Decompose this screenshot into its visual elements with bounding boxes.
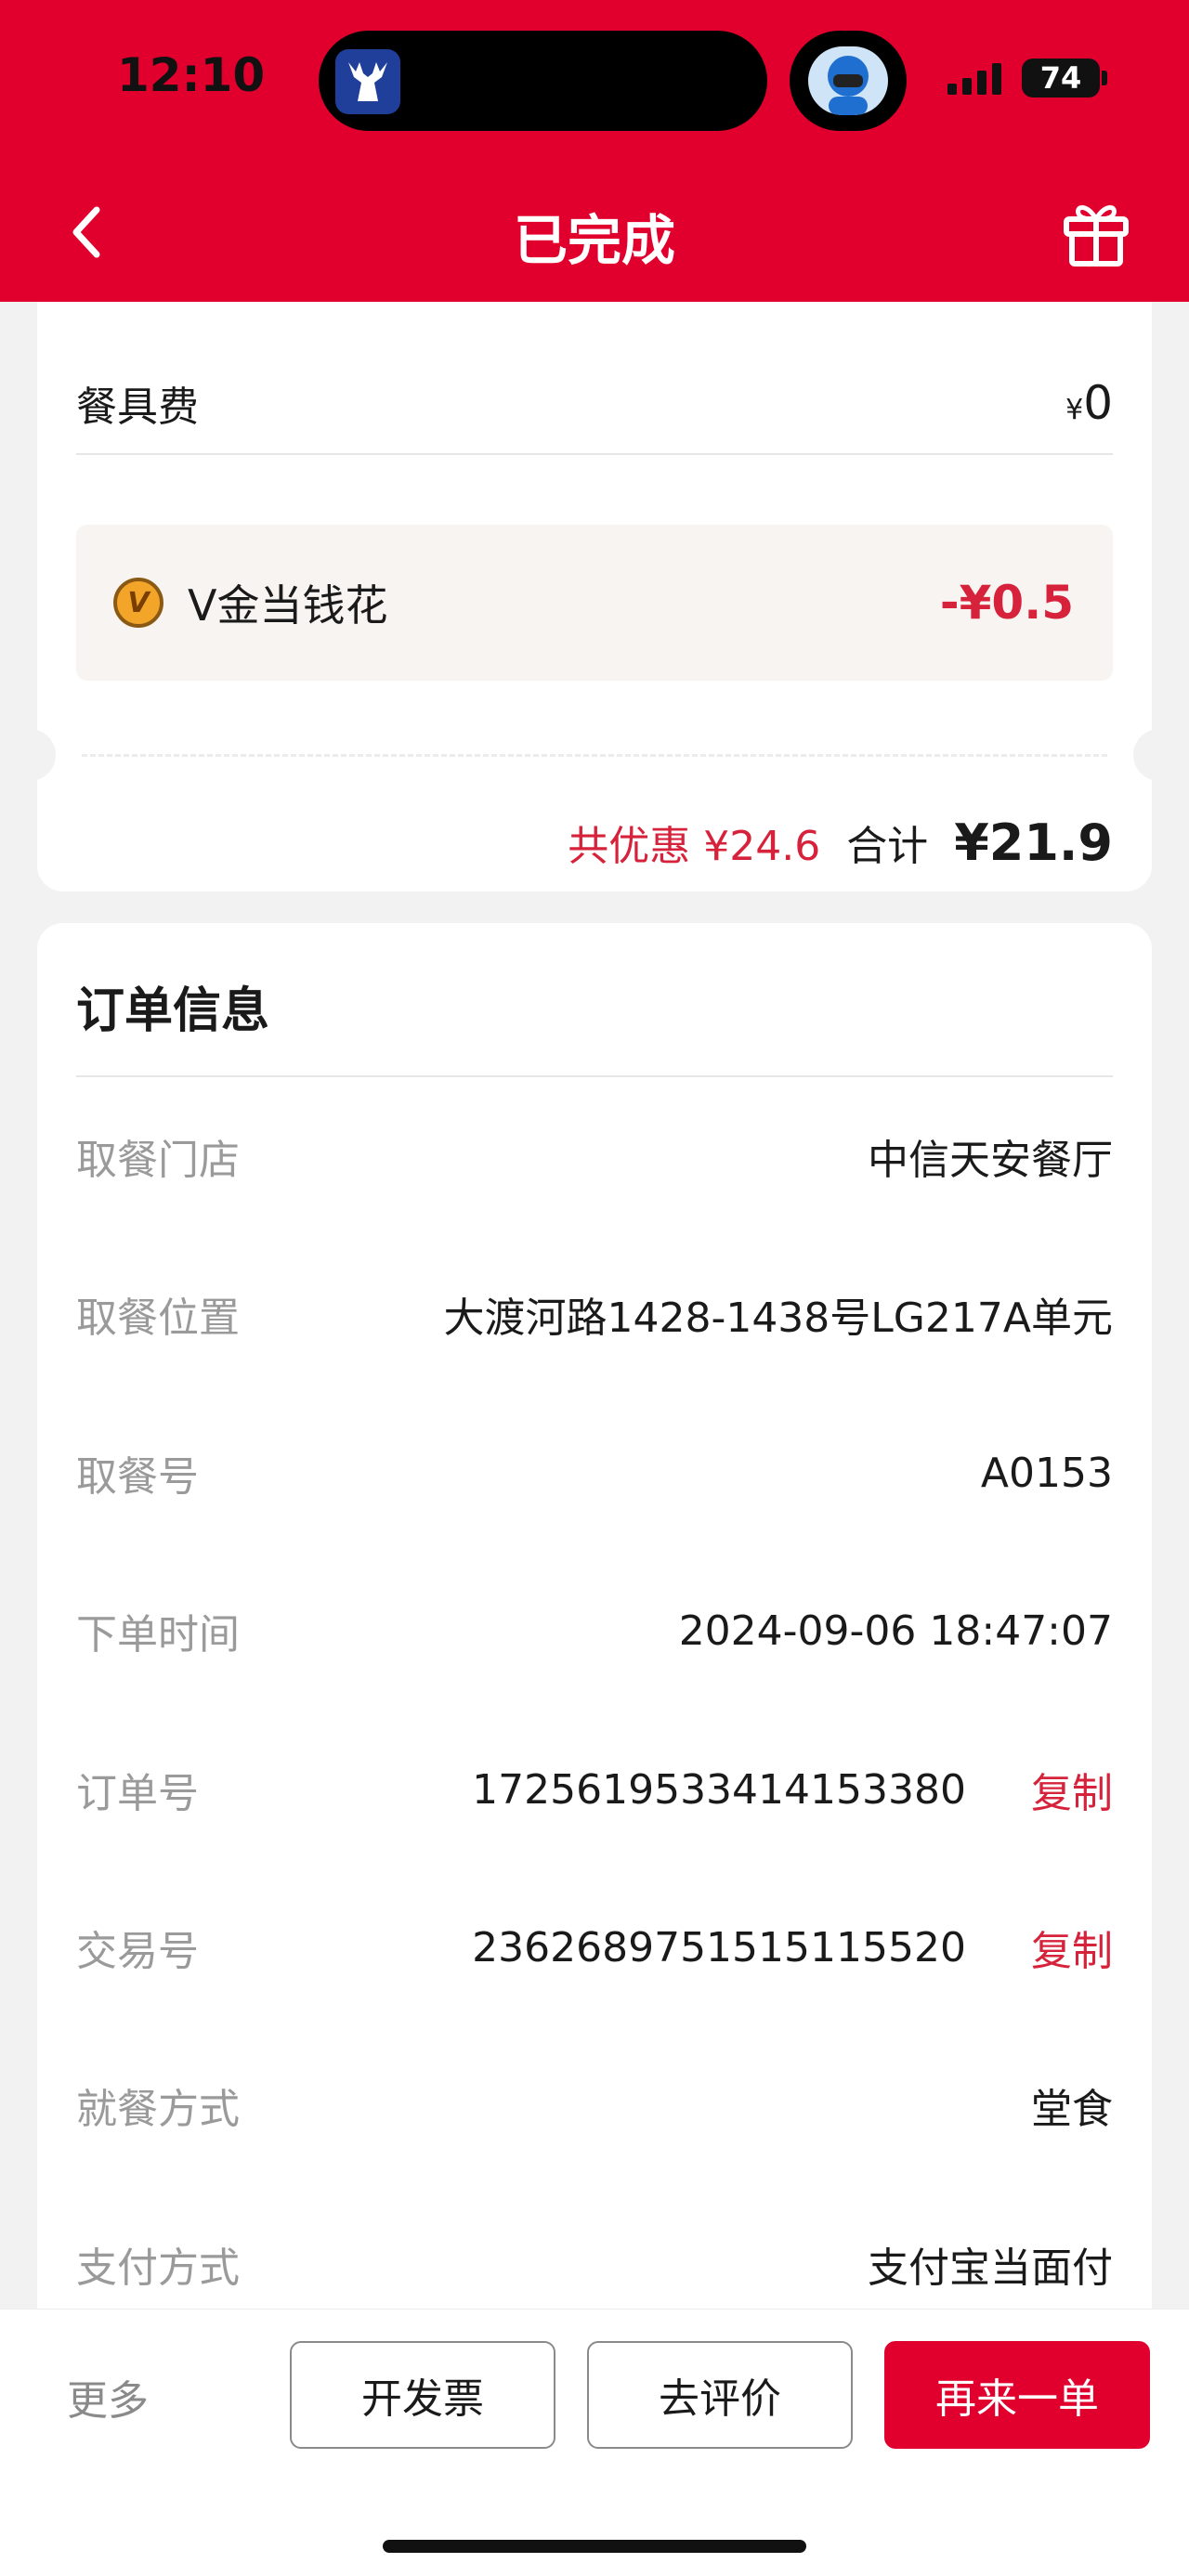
order-info-card: 订单信息 取餐门店 中信天安餐厅 取餐位置 大渡河路1428-1438号LG21… — [37, 923, 1152, 2409]
info-value: 2024-09-06 18:47:07 — [678, 1607, 1113, 1655]
total-row: 共优惠 ¥24.6 合计 ¥21.9 — [568, 810, 1113, 875]
info-label: 取餐位置 — [76, 1295, 240, 1342]
header: 12:10 74 已完成 — [0, 0, 1189, 302]
currency-symbol: ¥ — [1065, 394, 1084, 426]
battery-icon: 74 — [1022, 59, 1107, 98]
tableware-fee-amount: 0 — [1083, 376, 1113, 430]
vgold-discount-row: V V金当钱花 -¥0.5 — [76, 525, 1113, 681]
tableware-fee-row: 餐具费 ¥0 — [76, 353, 1113, 455]
tableware-fee-label: 餐具费 — [76, 384, 199, 431]
info-label: 交易号 — [76, 1928, 199, 1975]
info-value: 大渡河路1428-1438号LG217A单元 — [443, 1295, 1113, 1342]
info-value: 支付宝当面付 — [868, 2244, 1113, 2292]
total-discount: 共优惠 ¥24.6 — [568, 823, 821, 870]
info-label: 下单时间 — [76, 1611, 240, 1659]
dynamic-island — [319, 31, 767, 131]
vgold-label: V金当钱花 — [188, 580, 388, 631]
review-button[interactable]: 去评价 — [587, 2341, 853, 2449]
ticket-notch-right — [1133, 729, 1169, 781]
divider — [76, 1075, 1113, 1077]
info-right: 2362689751515115520 复制 — [472, 1918, 1113, 1977]
info-label: 支付方式 — [76, 2244, 240, 2292]
dashed-divider — [82, 754, 1107, 757]
info-row-dining-mode: 就餐方式 堂食 — [76, 2063, 1113, 2147]
bottom-action-bar: 更多 开发票 去评价 再来一单 — [0, 2309, 1189, 2576]
fee-summary-card: 餐具费 ¥0 V V金当钱花 -¥0.5 共优惠 ¥24.6 合计 ¥21.9 — [20, 279, 1169, 891]
info-value: 2362689751515115520 — [472, 1923, 966, 1971]
ticket-notch-left — [20, 729, 56, 781]
info-label: 取餐号 — [76, 1453, 199, 1501]
gift-icon — [1064, 205, 1129, 267]
rider-avatar-icon — [808, 46, 888, 115]
order-detail-page: 12:10 74 已完成 餐具费 ¥0 V V金当钱花 -¥0.5 共优惠 ¥2… — [0, 0, 1189, 2576]
info-row-payment-method: 支付方式 支付宝当面付 — [76, 2222, 1113, 2306]
info-label: 订单号 — [76, 1770, 199, 1817]
gift-button[interactable] — [1059, 195, 1133, 269]
info-label: 就餐方式 — [76, 2086, 240, 2133]
vgold-coin-icon: V — [113, 578, 163, 628]
live-activity — [790, 31, 907, 131]
invoice-button[interactable]: 开发票 — [290, 2341, 555, 2449]
tableware-fee-value: ¥0 — [1065, 376, 1113, 430]
info-label: 取餐门店 — [76, 1137, 240, 1184]
info-value: 中信天安餐厅 — [868, 1137, 1113, 1184]
reorder-button[interactable]: 再来一单 — [884, 2341, 1150, 2449]
vgold-amount: -¥0.5 — [939, 576, 1074, 630]
info-value: A0153 — [980, 1449, 1113, 1497]
info-row-order-time: 下单时间 2024-09-06 18:47:07 — [76, 1589, 1113, 1672]
copy-transaction-number-button[interactable]: 复制 — [1031, 1918, 1113, 1977]
info-row-location: 取餐位置 大渡河路1428-1438号LG217A单元 — [76, 1272, 1113, 1356]
info-row-transaction-number: 交易号 2362689751515115520 复制 — [76, 1906, 1113, 1989]
info-value: 1725619533414153380 — [472, 1765, 966, 1814]
total-amount: ¥21.9 — [954, 813, 1113, 872]
home-indicator[interactable] — [383, 2540, 806, 2553]
deer-app-icon — [335, 49, 400, 114]
status-time: 12:10 — [117, 48, 266, 102]
total-label: 合计 — [846, 823, 929, 870]
page-title: 已完成 — [513, 209, 675, 272]
info-row-pickup-number: 取餐号 A0153 — [76, 1431, 1113, 1515]
order-info-title: 订单信息 — [76, 983, 270, 1039]
more-button[interactable]: 更多 — [67, 2367, 149, 2426]
copy-order-number-button[interactable]: 复制 — [1031, 1760, 1113, 1819]
info-right: 1725619533414153380 复制 — [472, 1760, 1113, 1819]
info-value: 堂食 — [1031, 2086, 1113, 2133]
signal-icon — [947, 63, 1009, 100]
info-row-order-number: 订单号 1725619533414153380 复制 — [76, 1748, 1113, 1831]
info-row-store: 取餐门店 中信天安餐厅 — [76, 1114, 1113, 1198]
